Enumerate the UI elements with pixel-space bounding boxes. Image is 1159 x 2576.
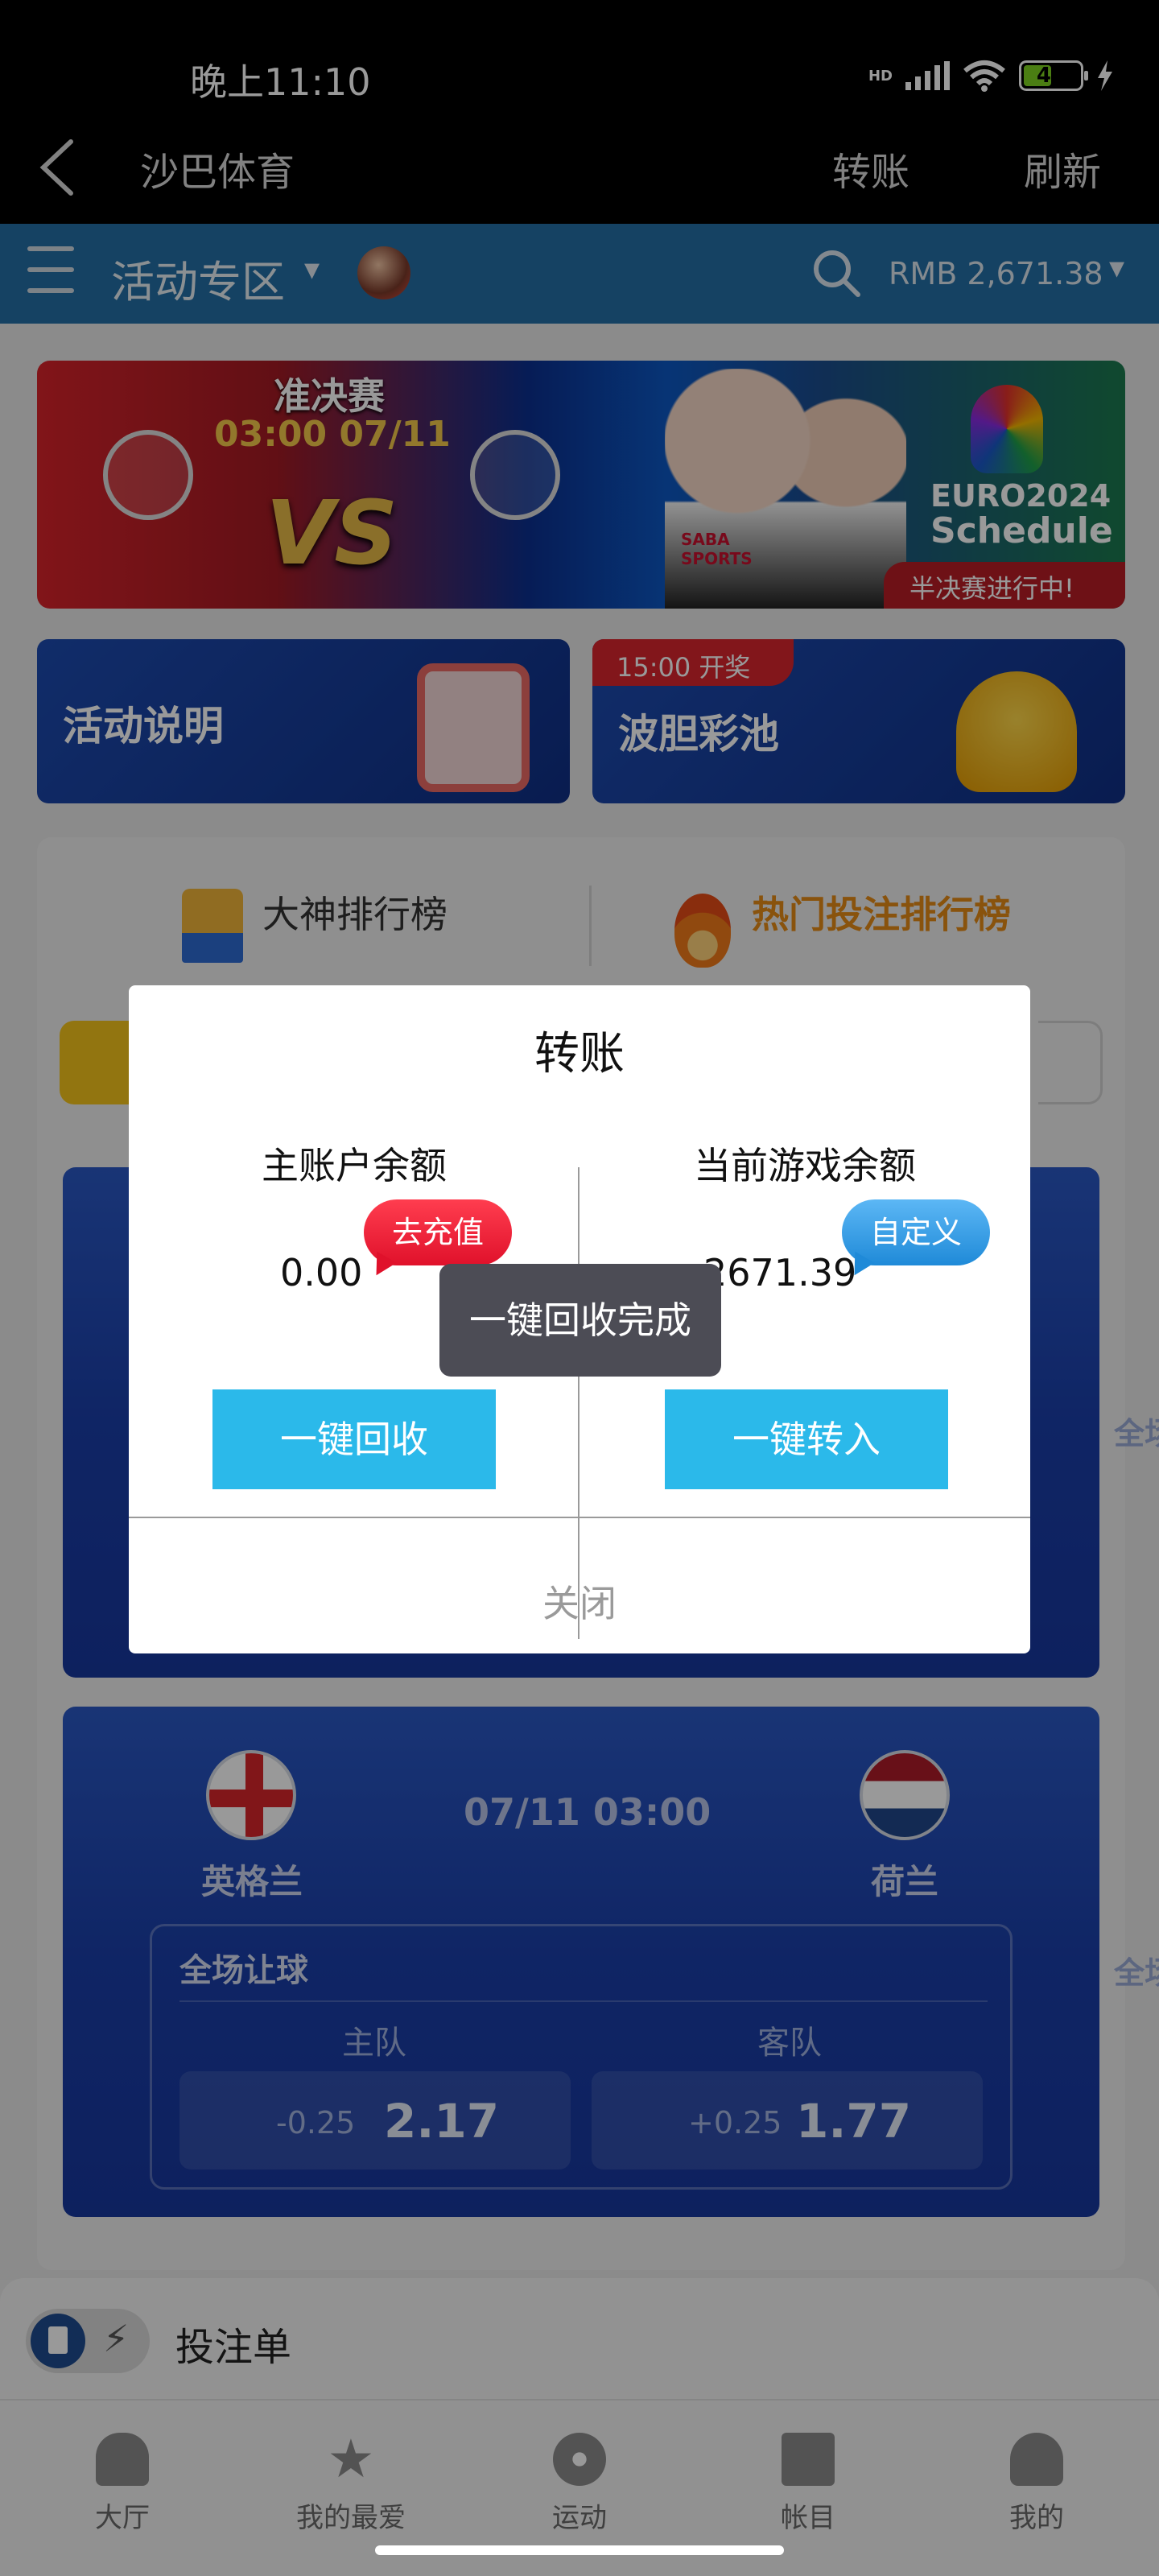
transfer-in-button[interactable]: 一键转入 [665,1389,948,1489]
dialog-footer-divider [129,1517,1030,1518]
main-balance-label: 主账户余额 [262,1144,447,1187]
custom-amount-button[interactable]: 自定义 [842,1199,990,1265]
main-balance-value: 0.00 [280,1251,363,1294]
dialog-divider [578,1167,580,1639]
home-indicator[interactable] [375,2545,784,2555]
recall-all-button[interactable]: 一键回收 [212,1389,496,1489]
recharge-button[interactable]: 去充值 [364,1199,512,1265]
transfer-dialog: 转账 主账户余额 当前游戏余额 0.00 2671.39 去充值 自定义 一键回… [129,985,1030,1653]
game-balance-value: 2671.39 [703,1251,857,1294]
dialog-title: 转账 [534,1028,625,1080]
game-balance-label: 当前游戏余额 [694,1144,916,1187]
toast-message: 一键回收完成 [439,1264,721,1377]
close-button[interactable]: 关闭 [129,1575,1030,1628]
